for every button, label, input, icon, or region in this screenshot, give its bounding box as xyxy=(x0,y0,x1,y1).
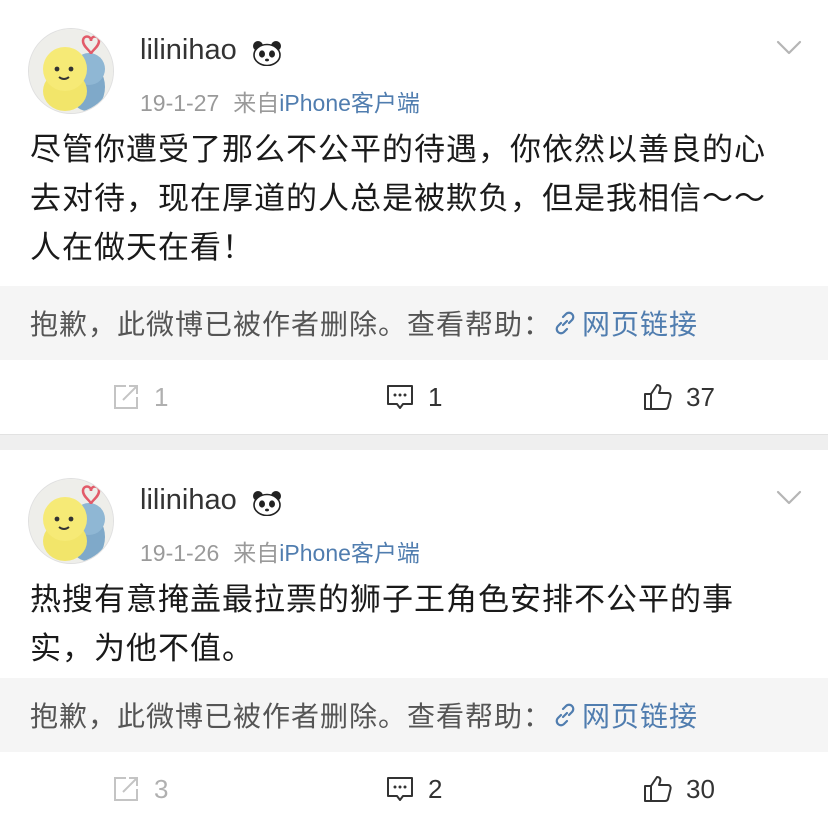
panda-icon xyxy=(253,41,281,66)
repost-icon xyxy=(114,385,138,409)
repost-count: 3 xyxy=(154,773,169,804)
like-button[interactable]: 30 xyxy=(642,752,715,826)
avatar[interactable] xyxy=(28,478,114,564)
comment-button[interactable]: 1 xyxy=(384,360,442,434)
thumbs-up-icon xyxy=(644,384,672,410)
like-count: 30 xyxy=(686,773,715,804)
username[interactable]: lilinihao xyxy=(140,34,237,67)
post-header: lilinihao 19-1-26 来自iPhone客户端 xyxy=(0,450,828,576)
web-link-label: 网页链接 xyxy=(582,700,699,733)
deleted-notice-text: 抱歉，此微博已被作者删除。查看帮助： xyxy=(30,308,553,341)
comment-icon xyxy=(387,777,413,801)
post-meta: 19-1-26 来自iPhone客户端 xyxy=(140,534,420,568)
like-count: 37 xyxy=(686,381,715,412)
post-content: 尽管你遭受了那么不公平的待遇，你依然以善良的心去对待，现在厚道的人总是被欺负，但… xyxy=(30,132,766,266)
from-label: 来自 xyxy=(233,90,280,116)
like-button[interactable]: 37 xyxy=(642,360,715,434)
action-bar: 3 2 30 xyxy=(0,752,828,826)
comment-icon xyxy=(387,385,413,409)
web-link-label: 网页链接 xyxy=(582,308,699,341)
repost-count: 1 xyxy=(154,381,169,412)
deleted-repost-notice: 抱歉，此微博已被作者删除。查看帮助： 网页链接 xyxy=(0,678,828,752)
comment-button[interactable]: 2 xyxy=(384,752,442,826)
post-date: 19-1-27 xyxy=(140,90,220,116)
chevron-down-icon[interactable] xyxy=(776,490,802,506)
deleted-repost-notice: 抱歉，此微博已被作者删除。查看帮助： 网页链接 xyxy=(0,286,828,360)
chevron-down-icon[interactable] xyxy=(776,40,802,56)
weibo-post: lilinihao 19-1-26 来自iPhone客户端 热搜有意掩盖最拉票的狮… xyxy=(0,450,828,830)
comment-count: 1 xyxy=(428,381,443,412)
panda-icon xyxy=(253,491,281,516)
username[interactable]: lilinihao xyxy=(140,484,237,517)
web-link[interactable]: 网页链接 xyxy=(552,695,698,735)
weibo-post: lilinihao 19-1-27 来自iPhone客户端 尽管你遭受了那么不公平… xyxy=(0,0,828,434)
link-icon xyxy=(555,703,575,727)
post-meta: 19-1-27 来自iPhone客户端 xyxy=(140,84,420,118)
post-date: 19-1-26 xyxy=(140,540,220,566)
repost-button[interactable]: 1 xyxy=(110,360,168,434)
avatar[interactable] xyxy=(28,28,114,114)
from-label: 来自 xyxy=(233,540,280,566)
thumbs-up-icon xyxy=(644,776,672,802)
action-bar: 1 1 37 xyxy=(0,360,828,434)
source-link[interactable]: iPhone客户端 xyxy=(279,90,420,116)
deleted-notice-text: 抱歉，此微博已被作者删除。查看帮助： xyxy=(30,700,553,733)
repost-icon xyxy=(114,777,138,801)
source-link[interactable]: iPhone客户端 xyxy=(279,540,420,566)
post-header: lilinihao 19-1-27 来自iPhone客户端 xyxy=(0,0,828,126)
post-separator xyxy=(0,434,828,450)
repost-button[interactable]: 3 xyxy=(110,752,168,826)
link-icon xyxy=(555,311,575,335)
comment-count: 2 xyxy=(428,773,443,804)
post-content: 热搜有意掩盖最拉票的狮子王角色安排不公平的事实，为他不值。 xyxy=(30,582,734,667)
web-link[interactable]: 网页链接 xyxy=(552,303,698,343)
